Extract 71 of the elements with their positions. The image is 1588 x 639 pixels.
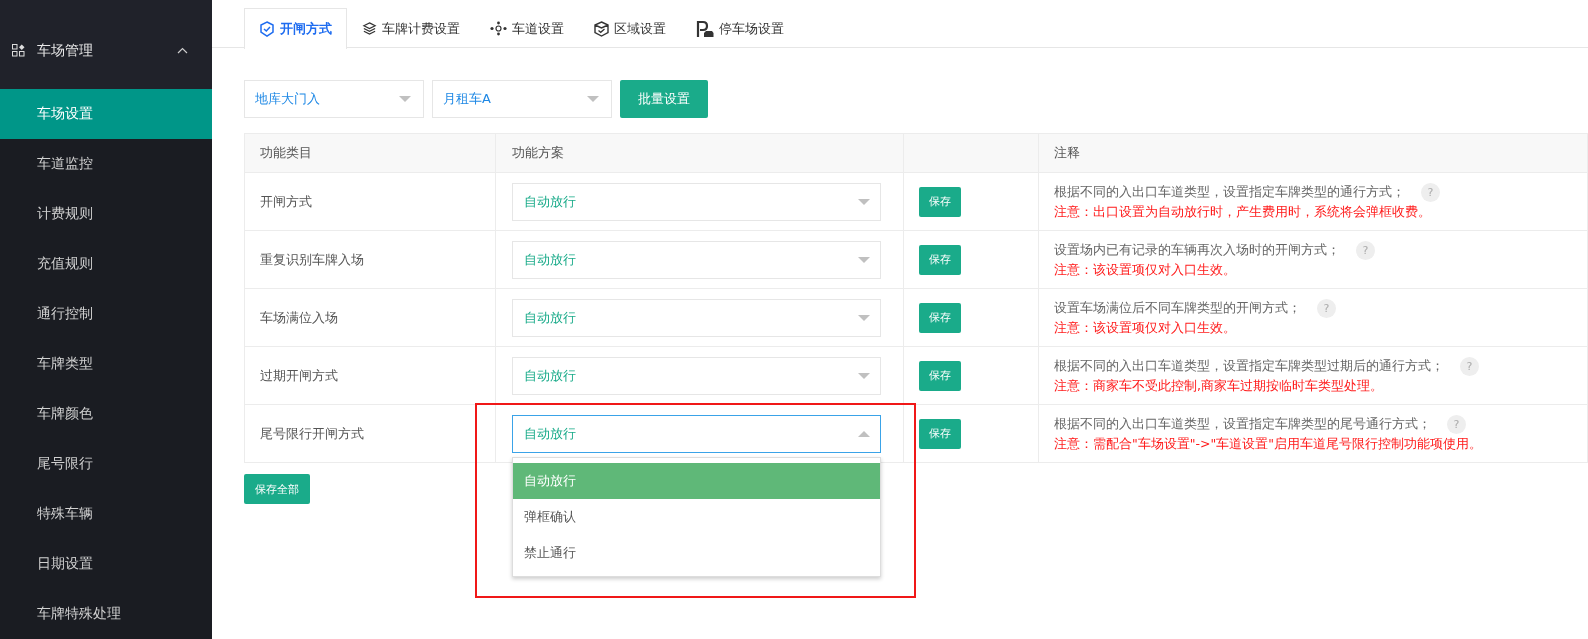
caret-down-icon <box>858 198 870 205</box>
tab[interactable]: 车牌计费设置 <box>347 8 475 48</box>
warning-text: 注意：该设置项仅对入口生效。 <box>1054 261 1237 279</box>
sidebar-item[interactable]: 充值规则 <box>0 239 212 289</box>
sidebar-item[interactable]: 车牌颜色 <box>0 389 212 439</box>
tab[interactable]: 停车场设置 <box>681 8 799 48</box>
warning-text: 注意：商家车不受此控制,商家车过期按临时车类型处理。 <box>1054 377 1384 395</box>
cube-check-icon <box>259 21 275 37</box>
save-button[interactable]: 保存 <box>919 244 961 275</box>
sidebar-item[interactable]: 车牌特殊处理 <box>0 589 212 639</box>
sidebar-item[interactable]: 通行控制 <box>0 289 212 339</box>
caret-down-icon <box>399 96 411 102</box>
save-button[interactable]: 保存 <box>919 186 961 217</box>
save-button[interactable]: 保存 <box>919 360 961 391</box>
dropdown-option[interactable]: 弹框确认 <box>513 498 880 535</box>
tab[interactable]: 车道设置 <box>475 8 579 48</box>
caret-down-icon <box>587 96 599 102</box>
column-header: 功能方案 <box>512 145 564 160</box>
sidebar-item[interactable]: 车牌类型 <box>0 339 212 389</box>
sidebar-item[interactable]: 特殊车辆 <box>0 489 212 539</box>
help-icon[interactable]: ? <box>1317 298 1336 318</box>
category-label: 尾号限行开闸方式 <box>260 425 364 441</box>
filter-select[interactable]: 地库大门入 <box>244 80 424 118</box>
nodes-icon <box>490 21 507 36</box>
save-button[interactable]: 保存 <box>919 418 961 449</box>
column-header: 功能类目 <box>260 145 312 160</box>
sidebar-item[interactable]: 日期设置 <box>0 539 212 589</box>
sidebar-item[interactable]: 尾号限行 <box>0 439 212 489</box>
layers-icon <box>362 21 377 36</box>
menu-group-header[interactable]: 车场管理 <box>0 0 212 89</box>
chevron-icon <box>177 47 188 54</box>
sidebar-item[interactable]: 计费规则 <box>0 189 212 239</box>
sidebar-item[interactable]: 车场设置 <box>0 89 212 139</box>
plan-select[interactable]: 自动放行 <box>512 414 881 453</box>
help-icon[interactable]: ? <box>1356 240 1375 260</box>
category-label: 重复识别车牌入场 <box>260 251 364 267</box>
column-header: 注释 <box>1054 144 1080 160</box>
note-text: 设置车场满位后不同车牌类型的开闸方式； <box>1054 299 1301 317</box>
parking-car-icon <box>696 19 714 38</box>
plan-select[interactable]: 自动放行 <box>512 356 881 395</box>
warning-text: 注意：出口设置为自动放行时，产生费用时，系统将会弹框收费。 <box>1054 203 1432 221</box>
category-label: 开闸方式 <box>260 193 312 209</box>
note-text: 根据不同的入出口车道类型，设置指定车牌类型的尾号通行方式； <box>1054 415 1431 433</box>
help-icon[interactable]: ? <box>1460 356 1479 376</box>
note-text: 设置场内已有记录的车辆再次入场时的开闸方式； <box>1054 241 1340 259</box>
plan-select[interactable]: 自动放行 <box>512 298 881 337</box>
caret-down-icon <box>858 372 870 379</box>
note-text: 根据不同的入出口车道类型，设置指定车牌类型的通行方式； <box>1054 183 1405 201</box>
caret-down-icon <box>858 256 870 263</box>
batch-set-button[interactable]: 批量设置 <box>620 80 708 118</box>
category-label: 过期开闸方式 <box>260 367 338 383</box>
save-button[interactable]: 保存 <box>919 302 961 333</box>
note-text: 根据不同的入出口车道类型，设置指定车牌类型过期后的通行方式； <box>1054 357 1444 375</box>
warning-text: 注意：该设置项仅对入口生效。 <box>1054 319 1237 337</box>
caret-down-icon <box>858 314 870 321</box>
category-label: 车场满位入场 <box>260 309 338 325</box>
dropdown-option[interactable]: 自动放行 <box>513 462 880 499</box>
tab[interactable]: 区域设置 <box>579 8 681 48</box>
help-icon[interactable]: ? <box>1421 182 1440 202</box>
plan-select[interactable]: 自动放行 <box>512 182 881 221</box>
apps-icon <box>12 44 25 57</box>
sidebar-item[interactable]: 车道监控 <box>0 139 212 189</box>
box-check-icon <box>594 20 609 37</box>
warning-text: 注意：需配合"车场设置"->"车道设置"启用车道尾号限行控制功能项使用。 <box>1054 435 1483 453</box>
caret-up-icon <box>858 430 870 437</box>
tab[interactable]: 开闸方式 <box>244 8 347 49</box>
plan-select[interactable]: 自动放行 <box>512 240 881 279</box>
dropdown-option[interactable]: 禁止通行 <box>513 534 880 571</box>
help-icon[interactable]: ? <box>1447 414 1466 434</box>
filter-select[interactable]: 月租车A <box>432 80 612 118</box>
save-all-button[interactable]: 保存全部 <box>244 474 310 504</box>
